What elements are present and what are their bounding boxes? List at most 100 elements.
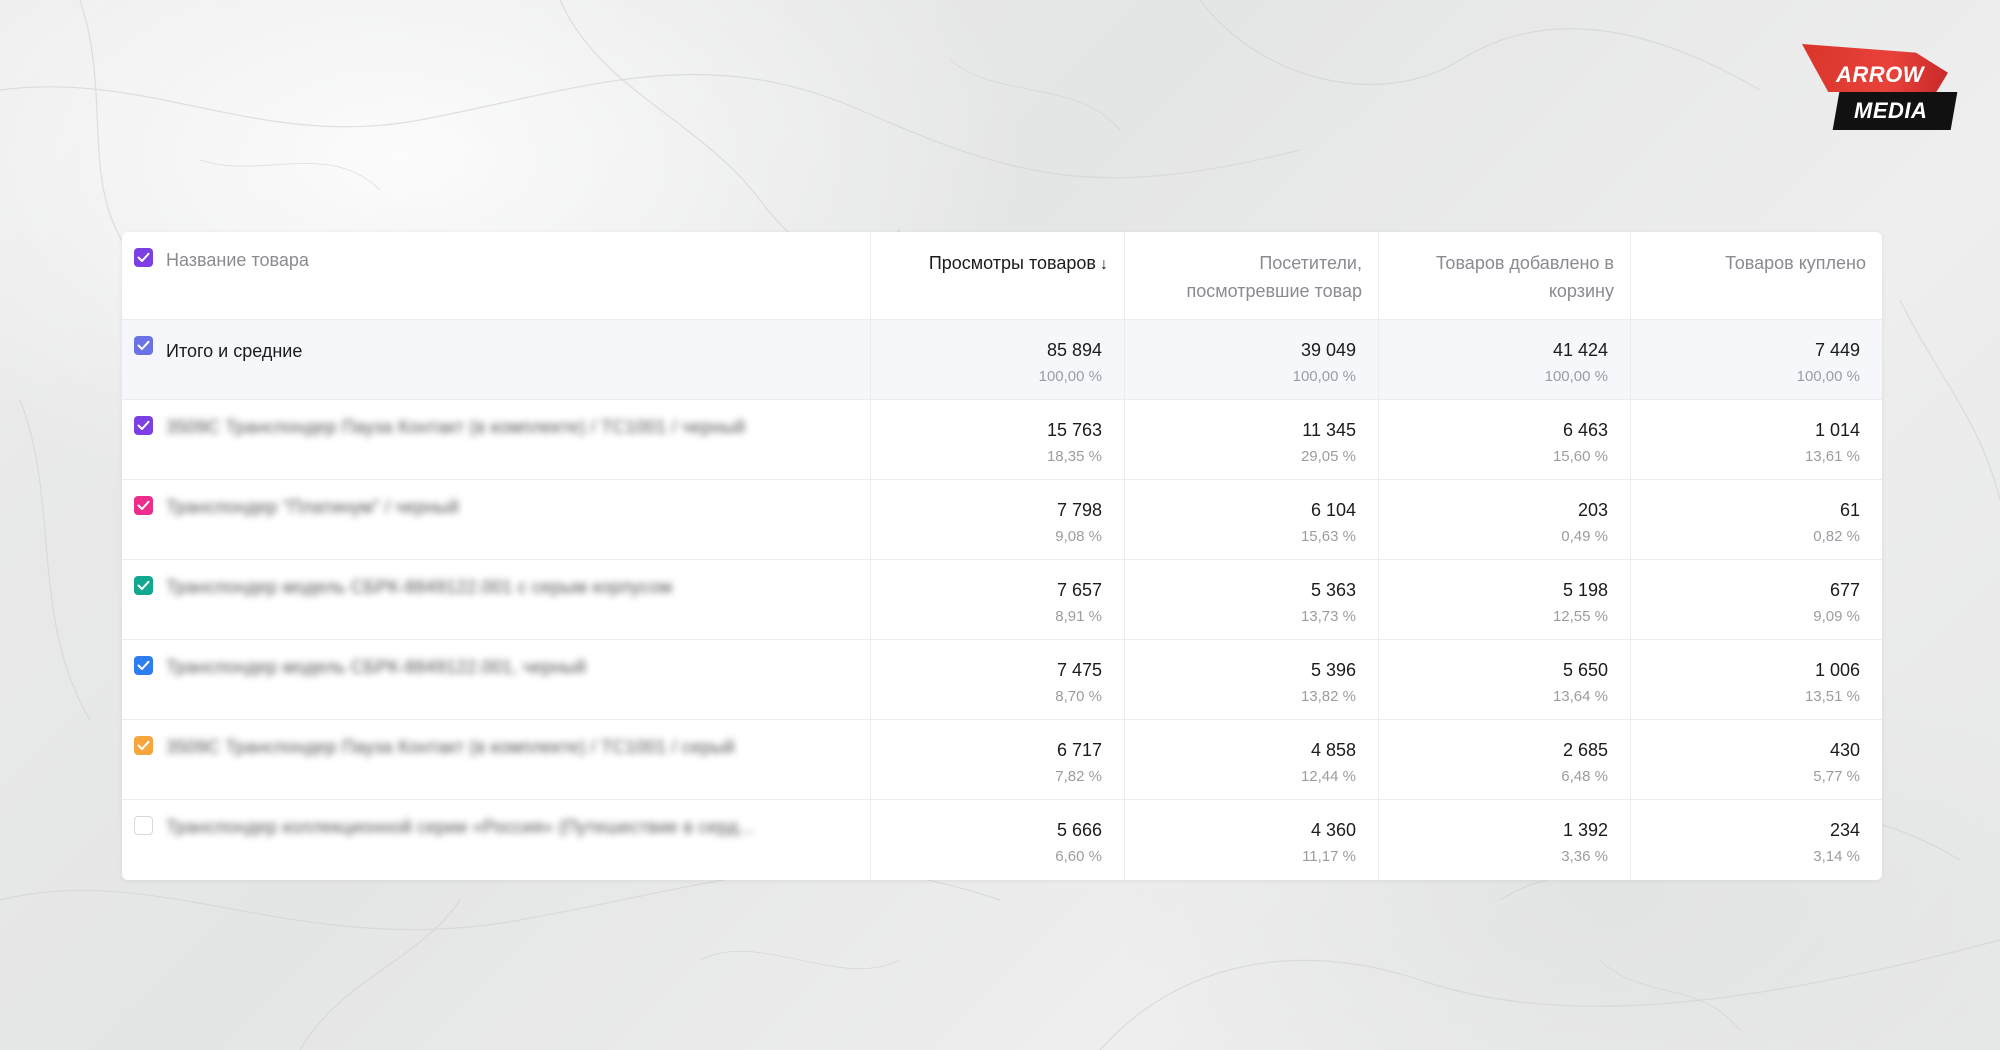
product-name[interactable]: Транспондер модель СБРК-8849122.001, чер… [166,657,586,678]
visitors-value: 6 104 [1310,500,1356,520]
row-name-cell: Транспондер модель СБРК-8849122.001, чер… [122,640,870,719]
views-value: 7 475 [1056,660,1102,680]
visitors-value: 4 360 [1310,820,1356,840]
views-cell: 7 798 9,08 % [870,480,1124,559]
product-name[interactable]: Транспондер коллекционной серии «Россия»… [166,817,754,838]
column-header-views-label: Просмотры товаров [928,253,1096,273]
table-row[interactable]: 3509С Транспондер Пауза Контакт (в компл… [122,720,1882,800]
row-name-cell: Транспондер модель СБРК-8849122.001 с се… [122,560,870,639]
totals-views: 85 894 [1046,340,1102,360]
totals-name-cell: Итого и средние [122,320,870,399]
check-icon [137,660,150,670]
bought-cell: 61 0,82 % [1630,480,1882,559]
views-cell: 15 763 18,35 % [870,400,1124,479]
row-name-cell: 3509С Транспондер Пауза Контакт (в компл… [122,400,870,479]
views-pct: 18,35 % [1046,448,1102,465]
views-pct: 7,82 % [1055,768,1102,785]
product-name[interactable]: 3509С Транспондер Пауза Контакт (в компл… [166,417,745,438]
sort-desc-icon: ↓ [1100,256,1108,273]
row-checkbox[interactable] [134,576,153,595]
totals-visitors-pct: 100,00 % [1292,368,1356,385]
table-row[interactable]: Транспондер модель СБРК-8849122.001, чер… [122,640,1882,720]
totals-label: Итого и средние [166,341,303,361]
row-name-cell: Транспондер коллекционной серии «Россия»… [122,800,870,880]
visitors-pct: 13,73 % [1300,608,1356,625]
added-pct: 3,36 % [1561,848,1608,865]
added-pct: 6,48 % [1561,768,1608,785]
totals-added: 41 424 [1552,340,1608,360]
visitors-cell: 6 104 15,63 % [1124,480,1378,559]
bought-value: 1 014 [1814,420,1860,440]
table-row[interactable]: Транспондер модель СБРК-8849122.001 с се… [122,560,1882,640]
column-header-added[interactable]: Товаров добавлено в корзину [1378,232,1630,319]
added-value: 6 463 [1562,420,1608,440]
added-cell: 5 198 12,55 % [1378,560,1630,639]
row-checkbox[interactable] [134,496,153,515]
select-all-checkbox[interactable] [134,248,153,267]
visitors-pct: 11,17 % [1302,848,1356,865]
views-value: 15 763 [1046,420,1102,440]
row-checkbox[interactable] [134,656,153,675]
bought-pct: 0,82 % [1813,528,1860,545]
bought-value: 677 [1829,580,1860,600]
column-header-visitors[interactable]: Посетители, посмотревшие товар [1124,232,1378,319]
totals-row: Итого и средние 85 894 100,00 % 39 049 1… [122,320,1882,400]
check-icon [137,580,150,590]
added-pct: 15,60 % [1552,448,1608,465]
visitors-cell: 5 363 13,73 % [1124,560,1378,639]
check-icon [137,740,150,750]
bought-value: 430 [1829,740,1860,760]
bought-cell: 1 006 13,51 % [1630,640,1882,719]
views-cell: 5 666 6,60 % [870,800,1124,880]
column-header-views[interactable]: Просмотры товаров ↓ [870,232,1124,319]
table-header: Название товара Просмотры товаров ↓ Посет… [122,232,1882,320]
added-cell: 2 685 6,48 % [1378,720,1630,799]
header-name-cell: Название товара [122,232,870,319]
bought-cell: 1 014 13,61 % [1630,400,1882,479]
column-header-bought[interactable]: Товаров куплено [1630,232,1882,319]
added-value: 5 650 [1562,660,1608,680]
visitors-pct: 12,44 % [1300,768,1356,785]
bought-cell: 234 3,14 % [1630,800,1882,880]
visitors-pct: 13,82 % [1300,688,1356,705]
check-icon [137,340,150,350]
product-metrics-table: Название товара Просмотры товаров ↓ Посет… [122,232,1882,880]
row-checkbox[interactable] [134,416,153,435]
totals-visitors-cell: 39 049 100,00 % [1124,320,1378,399]
visitors-cell: 11 345 29,05 % [1124,400,1378,479]
table-row[interactable]: 3509С Транспондер Пауза Контакт (в компл… [122,400,1882,480]
totals-added-cell: 41 424 100,00 % [1378,320,1630,399]
product-name[interactable]: 3509С Транспондер Пауза Контакт (в компл… [166,737,735,758]
table-row[interactable]: Транспондер коллекционной серии «Россия»… [122,800,1882,880]
bought-value: 61 [1839,500,1860,520]
visitors-value: 11 345 [1302,420,1356,440]
column-header-name[interactable]: Название товара [166,250,309,271]
check-icon [137,252,150,262]
check-icon [137,500,150,510]
bought-pct: 9,09 % [1813,608,1860,625]
column-header-bought-label: Товаров куплено [1725,253,1866,273]
totals-visitors: 39 049 [1300,340,1356,360]
visitors-pct: 15,63 % [1300,528,1356,545]
totals-checkbox[interactable] [134,336,153,355]
visitors-cell: 4 360 11,17 % [1124,800,1378,880]
added-pct: 13,64 % [1552,688,1608,705]
row-checkbox[interactable] [134,736,153,755]
views-value: 7 657 [1056,580,1102,600]
bought-value: 1 006 [1814,660,1860,680]
table-row[interactable]: Транспондер "Платинум" / черный 7 798 9,… [122,480,1882,560]
views-value: 6 717 [1056,740,1102,760]
added-value: 203 [1577,500,1608,520]
bought-cell: 430 5,77 % [1630,720,1882,799]
added-cell: 6 463 15,60 % [1378,400,1630,479]
visitors-pct: 29,05 % [1300,448,1356,465]
column-header-added-line1: Товаров добавлено в [1435,253,1614,273]
bought-cell: 677 9,09 % [1630,560,1882,639]
row-checkbox[interactable] [134,816,153,835]
totals-added-pct: 100,00 % [1544,368,1608,385]
column-header-visitors-line1: Посетители, [1259,253,1362,273]
product-name[interactable]: Транспондер модель СБРК-8849122.001 с се… [166,577,672,598]
views-value: 7 798 [1056,500,1102,520]
bought-pct: 3,14 % [1813,848,1860,865]
product-name[interactable]: Транспондер "Платинум" / черный [166,497,459,518]
